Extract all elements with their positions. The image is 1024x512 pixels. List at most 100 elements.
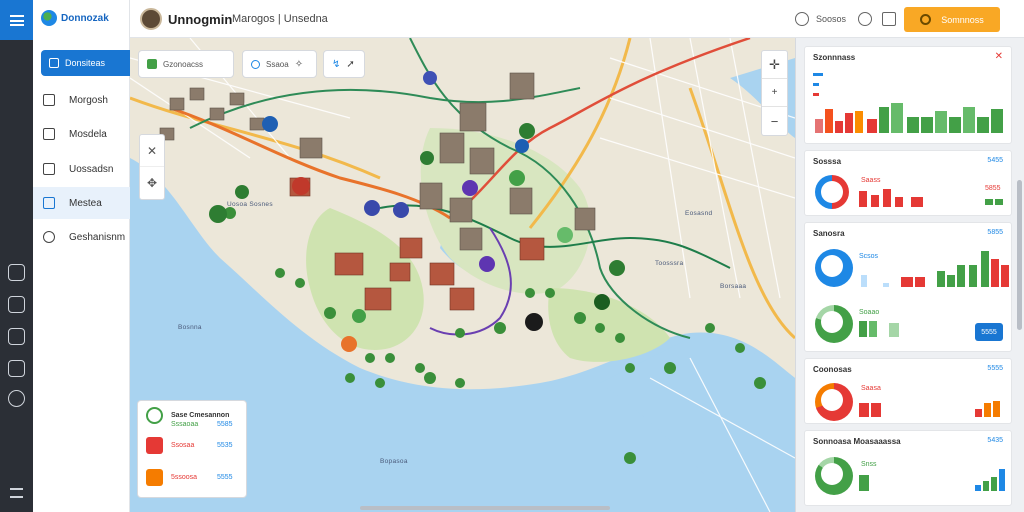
donut-chart [815,175,849,209]
lock-icon[interactable] [8,328,25,345]
bar-chart [859,249,1009,287]
zoom-in-button[interactable]: + [762,79,787,107]
grid-icon [43,197,55,209]
map-filter-label: Gzonoacss [163,59,204,69]
map-canvas[interactable]: Gzonoacss Ssaoa ✧ ↯ ➚ ✛ + − ✕ ✥ Bosnna B… [130,38,795,512]
shield-icon[interactable] [8,360,25,377]
brand-name: Donnozak [61,12,109,24]
cursor-icon: ✧ [294,58,304,70]
chart-icon [43,128,55,140]
map-place-label: Eosasnd [685,210,713,217]
bar-chart [815,87,1005,133]
stat-label: Saasa [861,385,881,392]
details-button[interactable]: 5555 [975,323,1003,341]
avatar[interactable] [140,8,162,30]
map-place-label: Borsaaa [720,283,747,290]
list-icon[interactable] [10,488,23,498]
card-title: Sanosra [813,229,845,238]
primary-action-label: Donsiteas [65,58,106,68]
legend-row[interactable]: Sssaoaa 5585 [171,421,233,428]
brand[interactable]: Donnozak [41,10,109,26]
mini-bar-chart [859,189,959,207]
map-view-chip[interactable]: Ssaoa ✧ [242,50,317,78]
navigate-icon: ➚ [346,58,355,70]
measure-icon[interactable]: ✕ [140,135,164,167]
zoom-out-button[interactable]: − [762,107,787,135]
calendar-icon [43,94,55,106]
zoom-controls: ✛ + − [761,50,788,136]
settings-icon[interactable] [882,12,896,26]
legend-logo-icon [146,407,163,424]
sidebar-item-label: Mosdela [69,128,107,140]
map-view-label: Ssaoa [266,59,289,69]
bell-icon[interactable] [858,12,872,26]
search-label[interactable]: Soosos [816,14,846,24]
mini-bar-chart [975,467,1009,491]
stat-label: Saass [861,177,881,184]
mini-bar-chart [985,199,1005,205]
legend-label: Ssosaa [171,442,195,449]
sidebar: Donnozak Donsiteas Morgosh ⌄ Mosdela Uos… [33,0,163,512]
map-tool-chip[interactable]: ↯ ➚ [323,50,365,78]
legend-value: 5535 [217,442,233,449]
menu-button[interactable] [0,0,33,40]
card-title: Coonosas [813,365,852,374]
card-meta: 5455 [987,157,1003,164]
stats-card: Sosssa 5455 Saass 5855 [804,150,1012,216]
map-icon [49,58,59,68]
document-icon [43,163,55,175]
edit-icon[interactable] [8,296,25,313]
home-icon[interactable] [8,264,25,281]
analytics-panel: Szonnnass ✕ Sosssa 5455 Saass 5855 Sanos… [795,38,1024,512]
search-icon[interactable] [8,390,25,407]
cta-label: Somnnoss [941,14,984,25]
legend-value: 5585 [217,421,233,428]
stat-label: Snss [861,461,877,468]
vertical-scrollbar[interactable] [1017,180,1022,330]
legend-title: Sase Cmesannon [171,412,230,419]
horizontal-scrollbar[interactable] [360,506,610,510]
map-place-label: Uosoa Sosnes [227,201,273,208]
card-meta: 5855 [987,229,1003,236]
hamburger-icon [9,14,24,26]
donut-chart [815,305,853,343]
map-place-label: Toosssra [655,260,684,267]
performance-card: Sanosra 5855 Scsos Soaao 5555 [804,222,1012,352]
sidebar-item-label: Morgosh [69,94,108,106]
trend-card: Coonosas 5555 Saasa [804,358,1012,424]
stat-label: Soaao [859,309,880,316]
donut-chart [815,383,853,421]
notification-icon [920,14,932,25]
map-tool-stack: ✕ ✥ [139,134,165,200]
map-legend: Sase Cmesannon Ssosaa 5535 5ssoosa 5555 … [137,400,247,498]
sidebar-item-label: Mestea [69,197,102,209]
close-icon[interactable]: ✕ [995,51,1003,62]
pan-icon[interactable]: ✥ [140,167,164,199]
map-place-label: Bosnna [178,324,202,331]
layer-icon [147,59,157,69]
map-place-label: Bopasoa [380,458,408,465]
mini-bar-chart [859,319,919,337]
globe-icon [41,10,57,26]
legend-swatch [813,73,823,76]
legend-swatch [813,83,819,86]
cta-button[interactable]: Somnnoss [904,7,1000,32]
legend-label: 5ssoosa [171,474,198,481]
sidebar-item-label: Geshanisnm [69,231,126,243]
map-filter-chip[interactable]: Gzonoacss [138,50,234,78]
stat-value: 5855 [985,185,1001,192]
search-icon[interactable] [795,12,809,26]
compass-icon[interactable]: ✛ [762,51,787,79]
mini-bar-chart [859,397,889,417]
legend-row[interactable]: Ssosaa 5535 [146,437,233,454]
top-header: Unnogmin Marogos | Unsedna Soosos Somnno… [130,0,1024,38]
legend-marker-icon [146,437,163,454]
mini-bar-chart [975,395,1005,417]
legend-row[interactable]: 5ssoosa 5555 [146,469,233,486]
legend-marker-icon [146,469,163,486]
card-meta: 5435 [987,437,1003,444]
breadcrumb[interactable]: Marogos | Unsedna [232,13,328,25]
summary-card: Szonnnass ✕ [804,46,1012,144]
clock-icon [43,231,55,243]
card-title: Sosssa [813,157,842,166]
